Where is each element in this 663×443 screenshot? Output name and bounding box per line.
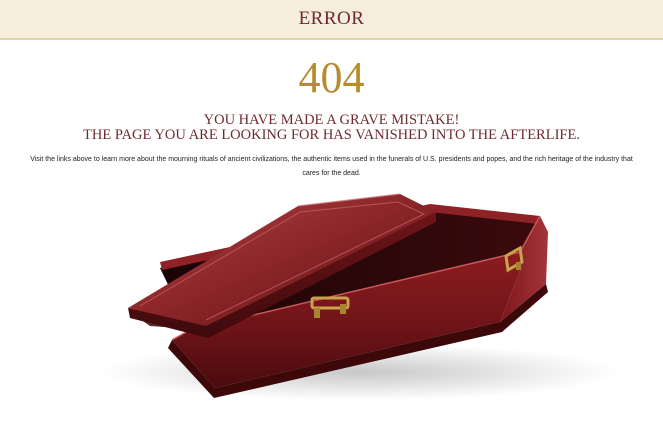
- coffin-illustration: [0, 180, 663, 443]
- page-title: ERROR: [298, 8, 365, 29]
- error-headline: YOU HAVE MADE A GRAVE MISTAKE! THE PAGE …: [0, 113, 663, 143]
- coffin-icon: [100, 193, 620, 400]
- headline-line-2: THE PAGE YOU ARE LOOKING FOR HAS VANISHE…: [83, 127, 580, 143]
- error-code: 404: [298, 53, 365, 102]
- error-page: ERROR 404 YOU HAVE MADE A GRAVE MISTAKE!…: [0, 0, 663, 443]
- page-header: ERROR: [0, 0, 663, 40]
- error-description: Visit the links above to learn more abou…: [30, 156, 633, 177]
- headline-line-1: YOU HAVE MADE A GRAVE MISTAKE!: [203, 112, 460, 128]
